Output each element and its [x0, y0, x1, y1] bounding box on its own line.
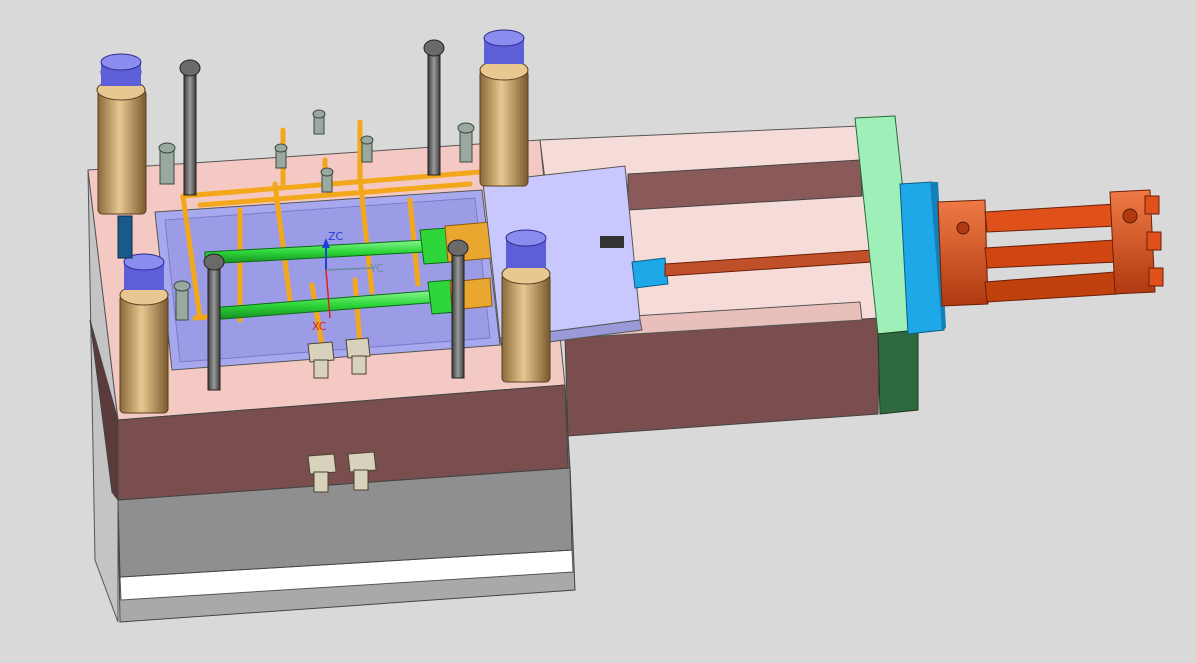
cad-viewport[interactable]: ZC YC XC	[0, 0, 1196, 663]
z-axis-label: ZC	[328, 230, 344, 243]
mold-assembly-model[interactable]: ZC YC XC	[0, 0, 1196, 663]
leader-bushing-back-bottom	[501, 229, 551, 383]
hydraulic-cylinder	[937, 189, 1164, 307]
x-axis-label: XC	[312, 320, 327, 333]
leader-bushing-back-left	[479, 29, 529, 187]
leader-bushing-front-bottom	[119, 253, 169, 414]
leader-bushing-front-left	[96, 53, 147, 215]
y-axis-label: YC	[369, 262, 384, 275]
slide-slot	[600, 236, 624, 248]
